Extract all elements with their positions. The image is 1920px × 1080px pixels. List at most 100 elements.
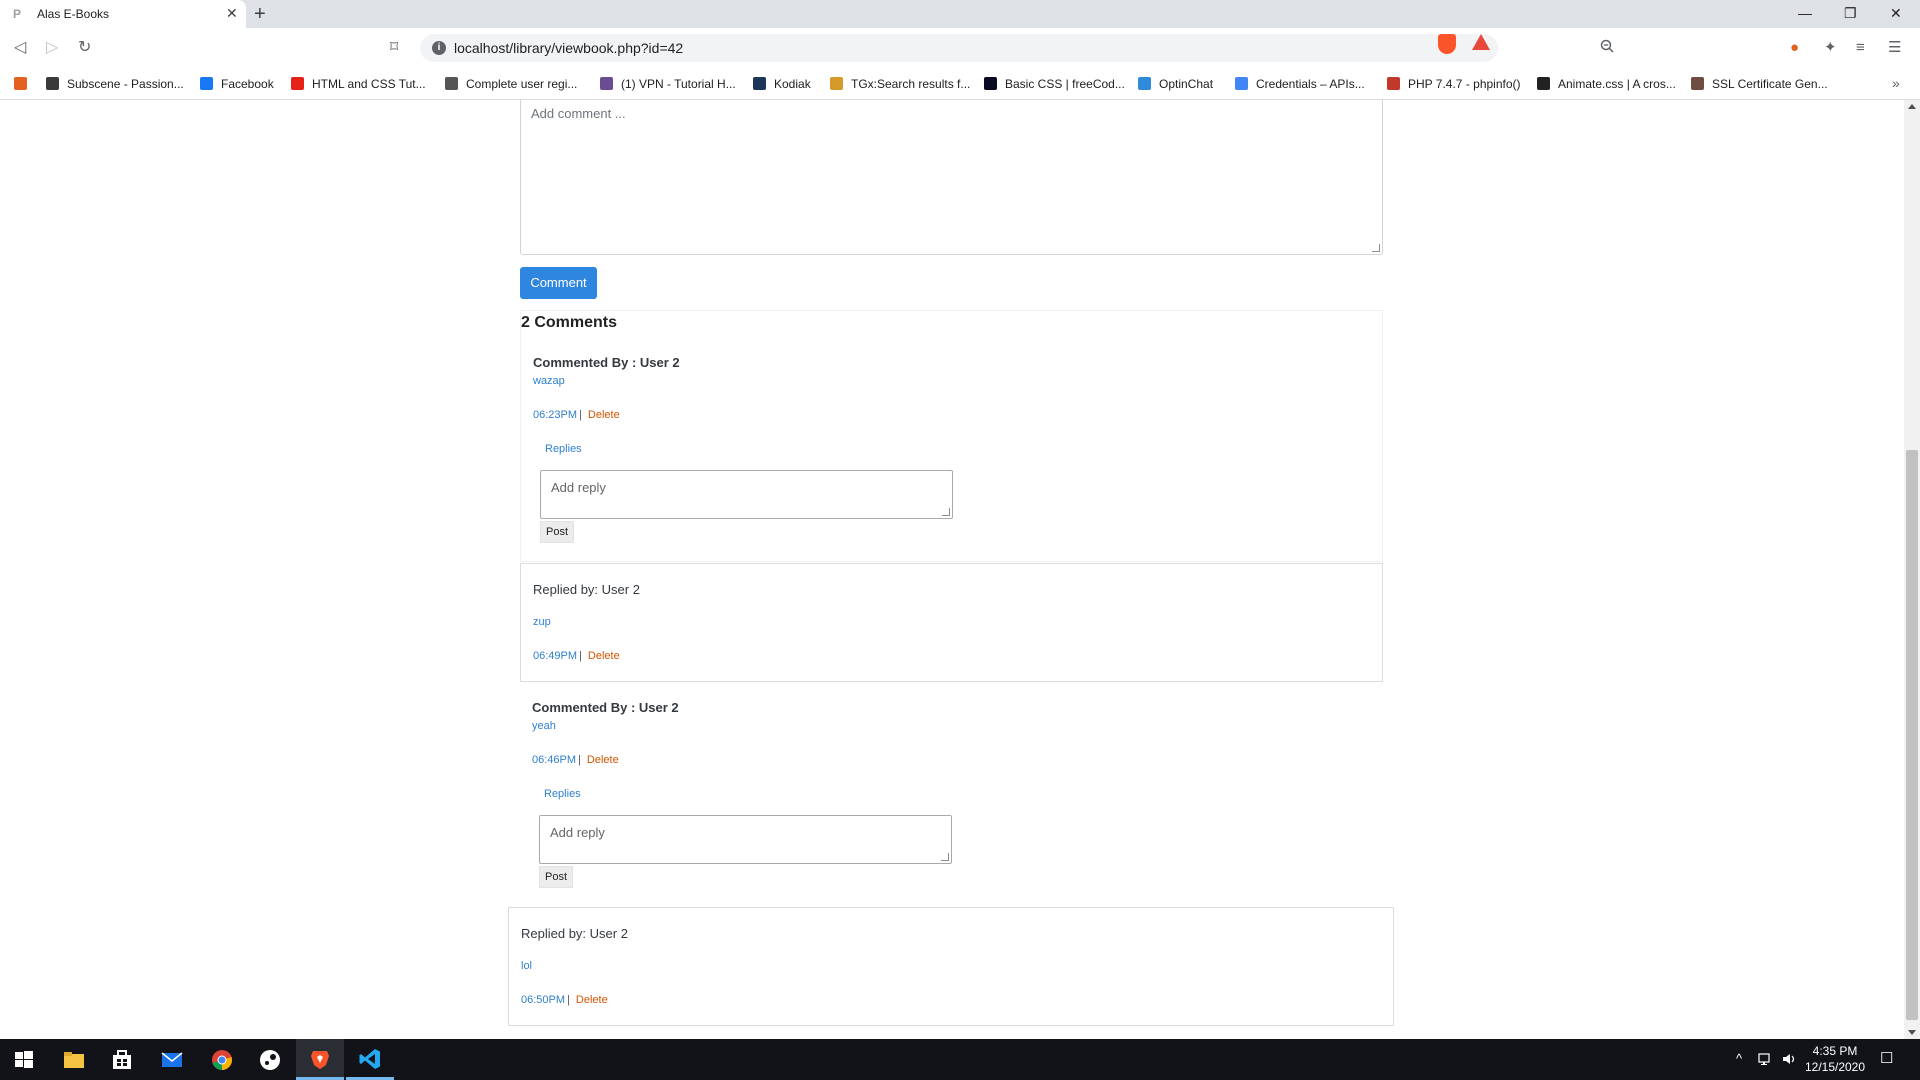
store-icon[interactable] [110,1048,134,1072]
extensions-puzzle-icon[interactable]: ✦ [1824,38,1837,58]
tab-title: Alas E-Books [37,7,110,21]
chrome-icon[interactable] [210,1048,234,1072]
taskbar-brave-active[interactable] [296,1039,344,1080]
youtube-icon [291,77,304,90]
php-icon [1387,77,1400,90]
steam-icon[interactable] [258,1048,282,1072]
new-tab-button[interactable]: + [254,3,266,25]
comment-button[interactable]: Comment [520,267,597,299]
mail-icon[interactable] [160,1048,184,1072]
taskbar-clock[interactable]: 4:35 PM 12/15/2020 [1800,1043,1870,1075]
reply-time: 06:50PM [521,994,566,1006]
scroll-down-arrow-icon[interactable] [1908,1030,1916,1035]
taskbar-vscode[interactable] [346,1039,394,1080]
vpn-icon [600,77,613,90]
comment-text: wazap [533,375,565,387]
comment-placeholder: Add comment ... [531,106,626,121]
bookmark-subscene[interactable]: Subscene - Passion... [46,76,184,92]
browser-tab-active[interactable]: P Alas E-Books ✕ [0,0,246,28]
meta-separator: | [567,994,570,1006]
site-info-icon[interactable]: i [432,41,446,55]
freecodecamp-icon [984,77,997,90]
kodiak-icon [753,77,766,90]
reload-button[interactable]: ↻ [78,38,91,58]
browser-menu-icon[interactable]: ☰ [1888,38,1901,58]
clock-time: 4:35 PM [1812,1044,1858,1058]
post-reply-button[interactable]: Post [540,521,574,543]
reply-author: Replied by: User 2 [533,582,640,597]
window-restore-button[interactable]: ❐ [1844,4,1857,22]
tab-close-icon[interactable]: ✕ [226,5,238,21]
replies-link[interactable]: Replies [544,788,581,800]
delete-reply-link[interactable]: Delete [588,650,620,662]
file-explorer-icon[interactable] [62,1048,86,1072]
bookmark-html-css[interactable]: HTML and CSS Tut... [291,76,426,92]
windows-start-icon[interactable] [12,1048,36,1072]
bookmark-optinchat[interactable]: OptinChat [1138,76,1213,92]
bookmark-freecodecamp[interactable]: Basic CSS | freeCod... [984,76,1125,92]
replies-link[interactable]: Replies [545,443,582,455]
brave-bookmark-icon[interactable] [14,76,35,92]
zoom-out-icon[interactable] [1600,39,1614,53]
bookmarks-overflow-icon[interactable]: » [1892,75,1900,91]
google-icon [1235,77,1248,90]
address-bar[interactable]: i localhost/library/viewbook.php?id=42 [420,34,1614,62]
window-close-button[interactable]: ✕ [1890,4,1902,22]
delete-comment-link[interactable]: Delete [587,754,619,766]
delete-reply-link[interactable]: Delete [576,994,608,1006]
bookmark-ssl-generator[interactable]: SSL Certificate Gen... [1691,76,1828,92]
page-scrollbar[interactable] [1904,100,1920,1039]
bookmark-tgx[interactable]: TGx:Search results f... [830,76,970,92]
post-reply-button[interactable]: Post [539,866,573,888]
reply-text: lol [521,960,533,972]
bookmark-kodiak[interactable]: Kodiak [753,76,811,92]
comment-time: 06:46PM [532,754,577,766]
bookmark-credentials[interactable]: Credentials – APIs... [1235,76,1365,92]
url-text[interactable]: localhost/library/viewbook.php?id=42 [454,40,683,56]
volume-icon[interactable] [1782,1052,1798,1066]
comment-author: Commented By : User 2 [533,355,680,370]
animate-css-icon [1537,77,1550,90]
resize-handle-icon[interactable] [941,853,949,861]
bookmark-facebook[interactable]: Facebook [200,76,274,92]
extension-icon[interactable]: ● [1790,38,1799,58]
forward-button[interactable]: ▷ [46,38,58,58]
notifications-icon[interactable]: ☐ [1880,1051,1893,1067]
tgx-icon [830,77,843,90]
scroll-up-arrow-icon[interactable] [1908,104,1916,109]
bookmark-vpn[interactable]: (1) VPN - Tutorial H... [600,76,736,92]
globe-icon [445,77,458,90]
reply-placeholder: Add reply [551,480,606,495]
brave-shields-icon[interactable] [1438,34,1456,54]
comment-text: yeah [532,720,556,732]
bookmark-phpinfo[interactable]: PHP 7.4.7 - phpinfo() [1387,76,1521,92]
media-controls-icon[interactable]: ≡ [1856,38,1865,58]
comment-card [520,310,1383,562]
meta-separator: | [579,650,582,662]
resize-handle-icon[interactable] [942,508,950,516]
clock-date: 12/15/2020 [1804,1060,1866,1074]
reply-input[interactable]: Add reply [539,815,952,864]
page-viewport: Add comment ... Comment 2 Comments Comme… [0,100,1904,1039]
window-minimize-button[interactable]: — [1798,4,1812,22]
resize-handle-icon[interactable] [1372,244,1380,252]
scrollbar-thumb[interactable] [1906,450,1918,1020]
back-button[interactable]: ◁ [14,38,26,58]
comment-textarea[interactable]: Add comment ... [520,100,1383,255]
browser-tab-strip: P Alas E-Books ✕ + — ❐ ✕ [0,0,1920,28]
vscode-icon [359,1049,380,1069]
reply-input[interactable]: Add reply [540,470,953,519]
brave-rewards-icon[interactable] [1472,34,1490,50]
tray-overflow-icon[interactable]: ^ [1736,1051,1742,1067]
bookmark-animate-css[interactable]: Animate.css | A cros... [1537,76,1676,92]
browser-toolbar: ◁ ▷ ↻ ⌑ i localhost/library/viewbook.php… [0,28,1920,68]
delete-comment-link[interactable]: Delete [588,409,620,421]
meta-separator: | [578,754,581,766]
network-icon[interactable] [1758,1052,1774,1066]
bookmark-page-icon[interactable]: ⌑ [390,38,398,58]
meta-separator: | [579,409,582,421]
reply-text: zup [533,616,551,628]
bookmark-user-registration[interactable]: Complete user regi... [445,76,577,92]
comment-time: 06:23PM [533,409,578,421]
subscene-icon [46,77,59,90]
